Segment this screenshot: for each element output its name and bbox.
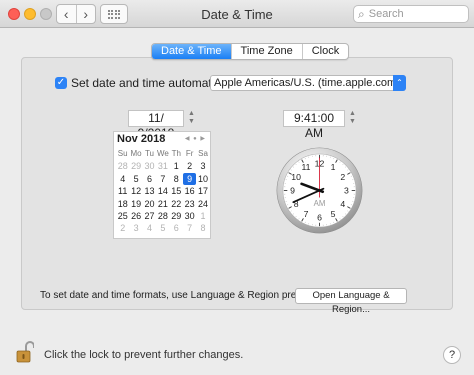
analog-clock: 12 1234567891011 AM	[276, 147, 363, 234]
calendar-day[interactable]: 27	[143, 210, 156, 222]
calendar-day[interactable]: 5	[129, 173, 142, 185]
time-server-select[interactable]: Apple Americas/U.S. (time.apple.com.) ⌃	[210, 75, 406, 91]
calendar-day[interactable]: 6	[170, 222, 183, 234]
chevron-updown-icon: ⌃	[393, 75, 406, 91]
calendar-day[interactable]: 2	[116, 222, 129, 234]
calendar-weekday: Fr	[185, 149, 194, 158]
calendar-day[interactable]: 13	[143, 185, 156, 197]
calendar-day[interactable]: 2	[183, 160, 196, 172]
calendar-day[interactable]: 18	[116, 198, 129, 210]
calendar: Nov 2018 ◀ ● ▶ Su Mo Tu We Th Fr Sa 28 29 30 31 1 2 3…	[113, 131, 211, 239]
auto-time-checkbox[interactable]: ✓	[55, 77, 67, 89]
search-input[interactable]: ⌕ Search	[353, 5, 469, 23]
search-placeholder: Search	[368, 8, 404, 20]
time-stepper[interactable]: ▲ ▼	[348, 110, 357, 127]
calendar-day[interactable]: 19	[129, 198, 142, 210]
formats-hint: To set date and time formats, use Langua…	[40, 290, 338, 301]
lock-hint: Click the lock to prevent further change…	[44, 349, 244, 361]
clock-center	[318, 189, 321, 192]
calendar-day[interactable]: 22	[170, 198, 183, 210]
calendar-day[interactable]: 5	[156, 222, 169, 234]
tab-clock[interactable]: Clock	[301, 44, 349, 59]
calendar-day[interactable]: 12	[129, 185, 142, 197]
calendar-day[interactable]: 28	[116, 160, 129, 172]
search-icon: ⌕	[358, 6, 365, 21]
open-language-region-button[interactable]: Open Language & Region...	[295, 288, 407, 315]
clock-ampm: AM	[314, 199, 326, 208]
calendar-weekday: Mo	[130, 149, 142, 158]
lock-icon[interactable]	[16, 340, 34, 364]
calendar-day[interactable]: 11	[116, 185, 129, 197]
clock-number: 9	[290, 186, 295, 196]
calendar-day[interactable]: 1	[196, 210, 209, 222]
window-titlebar: ‹ › Date & Time ⌕ Search	[0, 0, 474, 28]
calendar-weekday: Th	[171, 149, 181, 158]
calendar-day[interactable]: 29	[170, 210, 183, 222]
tab-date-time[interactable]: Date & Time	[152, 44, 231, 59]
calendar-day[interactable]: 16	[183, 185, 196, 197]
date-stepper[interactable]: ▲ ▼	[187, 110, 196, 127]
calendar-day[interactable]: 30	[183, 210, 196, 222]
time-field[interactable]: 9:41:00 AM	[283, 110, 345, 140]
calendar-grid: Su Mo Tu We Th Fr Sa 28 29 30 31 1 2 3 4 5 6 7 8 9 10 11 12 13 1…	[116, 148, 210, 235]
calendar-month: Nov 2018	[117, 133, 166, 145]
calendar-day[interactable]: 8	[196, 222, 209, 234]
help-button[interactable]: ?	[443, 346, 461, 364]
calendar-day[interactable]: 10	[196, 173, 209, 185]
calendar-day[interactable]: 3	[196, 160, 209, 172]
calendar-day[interactable]: 30	[143, 160, 156, 172]
calendar-day[interactable]: 7	[156, 173, 169, 185]
calendar-day[interactable]: 6	[143, 173, 156, 185]
calendar-weekday: Tu	[144, 149, 154, 158]
clock-number: 2	[340, 172, 345, 182]
calendar-day[interactable]: 23	[183, 198, 196, 210]
calendar-weekday: We	[156, 149, 169, 158]
calendar-day[interactable]: 31	[156, 160, 169, 172]
calendar-day[interactable]: 8	[170, 173, 183, 185]
calendar-day[interactable]: 3	[129, 222, 142, 234]
clock-number: 5	[331, 209, 336, 219]
clock-number: 3	[344, 186, 349, 196]
calendar-day[interactable]: 15	[170, 185, 183, 197]
clock-number: 6	[317, 213, 322, 223]
clock-number: 11	[301, 162, 310, 172]
clock-number: 4	[340, 199, 345, 209]
calendar-day[interactable]: 14	[156, 185, 169, 197]
calendar-day[interactable]: 7	[183, 222, 196, 234]
calendar-weekday: Sa	[198, 149, 208, 158]
calendar-day[interactable]: 29	[129, 160, 142, 172]
calendar-day[interactable]: 17	[196, 185, 209, 197]
date-field[interactable]: 11/ 9/2018	[128, 110, 184, 140]
tab-bar: Date & Time Time Zone Clock	[151, 43, 350, 60]
calendar-day[interactable]: 4	[116, 173, 129, 185]
calendar-nav[interactable]: ◀ ● ▶	[185, 135, 206, 142]
calendar-day[interactable]: 20	[143, 198, 156, 210]
clock-number: 7	[304, 209, 309, 219]
calendar-day[interactable]: 1	[170, 160, 183, 172]
calendar-day[interactable]: 25	[116, 210, 129, 222]
tab-time-zone[interactable]: Time Zone	[230, 44, 302, 59]
calendar-weekday: Su	[117, 149, 128, 158]
calendar-day[interactable]: 26	[129, 210, 142, 222]
calendar-day[interactable]: 9	[182, 172, 197, 186]
calendar-day[interactable]: 21	[156, 198, 169, 210]
calendar-day[interactable]: 28	[156, 210, 169, 222]
calendar-day[interactable]: 4	[143, 222, 156, 234]
clock-number: 10	[291, 172, 301, 182]
clock-number: 1	[331, 162, 336, 172]
calendar-day[interactable]: 24	[196, 198, 209, 210]
time-server-value: Apple Americas/U.S. (time.apple.com.)	[214, 77, 403, 89]
calendar-header: Nov 2018 ◀ ● ▶	[114, 132, 210, 147]
settings-panel	[21, 57, 453, 310]
